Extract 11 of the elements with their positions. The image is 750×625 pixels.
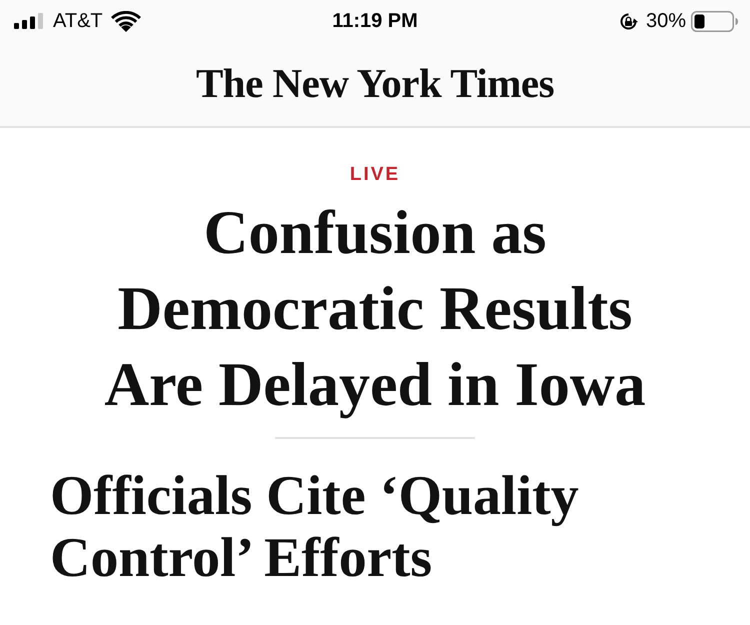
- article-subheadline[interactable]: Officials Cite ‘Quality Control’ Efforts: [50, 465, 610, 589]
- orientation-lock-icon: [618, 12, 638, 30]
- live-label: LIVE: [350, 163, 400, 187]
- clock-time: 11:19 PM: [332, 10, 418, 32]
- signal-icon: [14, 13, 45, 29]
- wifi-icon: [110, 10, 141, 32]
- carrier-name: AT&T: [53, 10, 103, 32]
- battery-icon: [691, 10, 738, 32]
- newspaper-logo[interactable]: The New York Times: [196, 59, 554, 107]
- article-headline[interactable]: Confusion as Democratic Results Are Delayed in Iowa: [75, 195, 675, 423]
- battery-percentage: 30%: [646, 10, 686, 32]
